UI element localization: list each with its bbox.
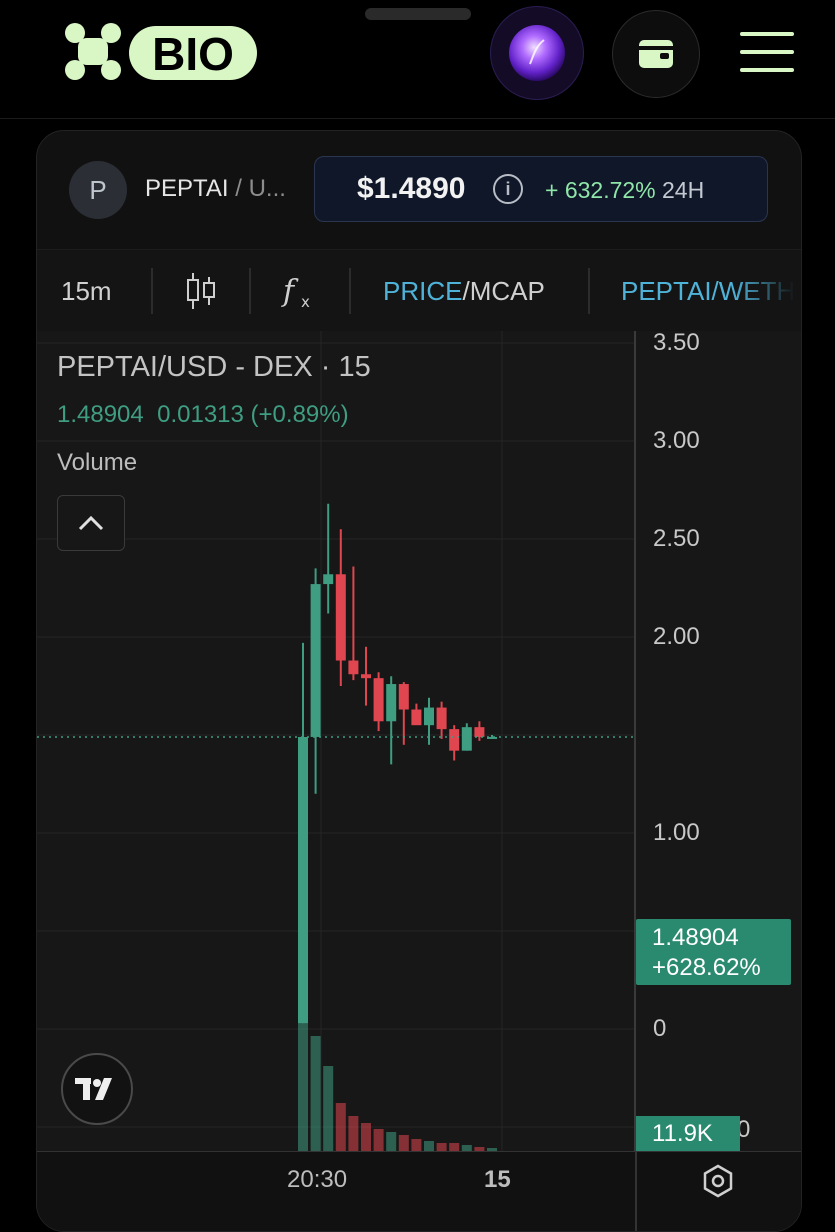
svg-text:x: x — [301, 293, 310, 311]
toolbar-divider — [151, 268, 153, 314]
candlestick-type-button[interactable] — [185, 250, 217, 332]
time-label: 20:30 — [287, 1166, 348, 1193]
y-tick-label: 1.00 — [653, 819, 700, 846]
volume-bar — [335, 1103, 346, 1151]
candle-body — [474, 727, 485, 737]
info-icon[interactable]: i — [493, 174, 523, 204]
candle-body — [424, 707, 434, 726]
chart-settings-button[interactable] — [701, 1164, 735, 1203]
token-avatar: P — [69, 161, 127, 219]
candle-body — [461, 727, 472, 751]
token-pair-selector[interactable]: PEPTAI / U... — [145, 175, 286, 203]
candle-body — [386, 684, 397, 722]
time-axis[interactable]: 20:30 15 — [37, 1151, 801, 1231]
token-symbol: PEPTAI — [145, 175, 229, 202]
candle-body — [361, 674, 371, 679]
current-price-tag: 1.48904 +628.62% — [636, 919, 791, 985]
legend-volume-label: Volume — [57, 449, 138, 476]
price-box: $1.4890 i + 632.72% 24H — [314, 156, 768, 222]
y-tick-label: 3.00 — [653, 427, 700, 454]
function-icon: f x — [281, 274, 310, 311]
candle-body — [449, 729, 460, 751]
candlestick-icon — [187, 273, 215, 309]
legend-title: PEPTAI/USD - DEX · 15 — [57, 351, 371, 383]
status-notch — [365, 8, 471, 20]
change-value: + 632.72% — [545, 177, 656, 203]
candle-body — [323, 574, 334, 585]
toolbar-divider — [349, 268, 351, 314]
volume-bar — [398, 1135, 409, 1151]
legend-change-pct: (+0.89%) — [250, 401, 349, 428]
tradingview-logo[interactable] — [61, 1053, 133, 1125]
chart-canvas[interactable] — [37, 331, 801, 1231]
volume-tag: 11.9K — [636, 1116, 740, 1152]
toolbar-divider — [249, 268, 251, 314]
pair-option[interactable]: PEPTAI/WETH — [621, 276, 795, 307]
candle-body — [373, 678, 384, 722]
pair-quote-toggle[interactable]: PEPTAI/WETH — [621, 250, 801, 332]
price-option[interactable]: PRICE — [383, 276, 462, 307]
hamburger-menu-icon[interactable] — [740, 32, 794, 72]
volume-bar — [323, 1066, 334, 1151]
legend-values: 1.48904 0.01313 (+0.89%) — [57, 401, 349, 429]
bio-logo[interactable]: BIO — [64, 22, 264, 84]
candle-body — [335, 574, 346, 661]
y-tick-label: 3.50 — [653, 329, 700, 356]
axis-corner-divider — [635, 1152, 637, 1231]
token-chart-card: P PEPTAI / U... $1.4890 i + 632.72% 24H … — [36, 130, 802, 1232]
volume-bar — [361, 1123, 371, 1151]
price-chart[interactable]: PEPTAI/USD - DEX · 15 1.48904 0.01313 (+… — [37, 329, 801, 1231]
volume-bar — [449, 1143, 460, 1151]
current-price-value: 1.48904 — [652, 924, 739, 951]
candles — [298, 503, 497, 1024]
current-change-value: +628.62% — [652, 954, 761, 981]
chart-toolbar: 15m f x PRICE / MCAP PEPTAI/WETH — [37, 249, 801, 332]
settings-hexagon-icon — [703, 1164, 733, 1198]
svg-text:f: f — [281, 274, 299, 309]
chevron-up-icon — [78, 515, 104, 531]
volume-bar — [373, 1129, 384, 1151]
volume-bar — [386, 1132, 397, 1151]
orb-button[interactable] — [490, 6, 584, 100]
y-tick-label: 0 — [653, 1015, 667, 1042]
candle-body — [298, 736, 308, 1024]
legend-change: 0.01313 — [157, 401, 244, 428]
price-mcap-toggle[interactable]: PRICE / MCAP — [383, 250, 545, 332]
volume-bar — [348, 1116, 359, 1151]
volume-bar — [411, 1139, 422, 1151]
toggle-slash: / — [462, 275, 470, 306]
collapse-legend-button[interactable] — [57, 495, 125, 551]
price-change-24h: + 632.72% 24H — [545, 177, 704, 204]
change-period: 24H — [662, 177, 705, 203]
volume-bar — [310, 1036, 321, 1151]
mcap-option[interactable]: MCAP — [470, 276, 545, 307]
interval-selector[interactable]: 15m — [61, 250, 112, 332]
logo-text: BIO — [152, 28, 234, 80]
orb-icon — [509, 25, 565, 81]
candle-body — [411, 709, 422, 726]
token-quote: / U... — [228, 175, 286, 202]
tradingview-icon — [75, 1078, 112, 1100]
y-tick-label: 2.00 — [653, 623, 700, 650]
toolbar-divider — [588, 268, 590, 314]
wallet-icon — [639, 40, 673, 68]
candle-body — [398, 684, 409, 710]
volume-bar — [436, 1143, 447, 1151]
time-label: 15 — [484, 1166, 511, 1193]
volume-bar — [424, 1141, 434, 1151]
y-tick-label: 2.50 — [653, 525, 700, 552]
candle-body — [436, 707, 447, 730]
wallet-button[interactable] — [612, 10, 700, 98]
token-price: $1.4890 — [357, 172, 466, 205]
candle-body — [348, 660, 359, 675]
legend-price: 1.48904 — [57, 401, 144, 428]
candle-body — [310, 584, 321, 737]
indicators-button[interactable]: f x — [281, 250, 317, 332]
